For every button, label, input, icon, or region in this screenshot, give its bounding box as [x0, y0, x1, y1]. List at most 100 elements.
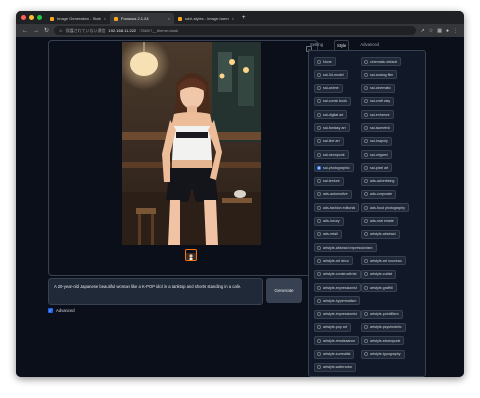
- style-option[interactable]: sai-cinematic: [361, 83, 395, 93]
- style-option[interactable]: artstyle-psychedelic: [361, 322, 406, 332]
- style-option[interactable]: ads-advertising: [361, 176, 399, 186]
- style-checkbox[interactable]: [364, 272, 368, 277]
- forward-icon[interactable]: →: [33, 28, 39, 34]
- style-checkbox[interactable]: [364, 232, 368, 237]
- url-field[interactable]: ⚠ 保護されていない通信 192.168.11.222 :7860/?__the…: [54, 26, 416, 35]
- style-checkbox[interactable]: [364, 219, 368, 224]
- style-option[interactable]: sai-craft clay: [361, 96, 395, 106]
- style-checkbox[interactable]: [317, 338, 321, 343]
- bookmark-star-icon[interactable]: ☆: [429, 28, 433, 34]
- generated-image[interactable]: [122, 42, 261, 245]
- style-option[interactable]: artstyle-watercolor: [314, 362, 357, 372]
- style-option[interactable]: artstyle-abstract expressionism: [314, 243, 377, 253]
- tab-style[interactable]: Style: [334, 40, 350, 50]
- style-option[interactable]: artstyle-art nouveau: [361, 256, 406, 266]
- style-checkbox[interactable]: [364, 285, 368, 290]
- style-checkbox[interactable]: [317, 285, 321, 290]
- extensions-icon[interactable]: ▦: [437, 28, 442, 34]
- minimize-window-button[interactable]: [29, 15, 34, 20]
- style-option[interactable]: sai-texture: [314, 176, 344, 186]
- close-tab-icon[interactable]: ×: [232, 16, 234, 21]
- style-checkbox[interactable]: [364, 139, 368, 144]
- style-checkbox[interactable]: [317, 99, 321, 104]
- style-option[interactable]: sai-digital art: [314, 110, 348, 120]
- style-option[interactable]: sai-3d-model: [314, 70, 348, 80]
- style-option[interactable]: ads-fashion editorial: [314, 203, 360, 213]
- profile-icon[interactable]: ●: [446, 28, 449, 34]
- back-icon[interactable]: ←: [22, 28, 28, 34]
- style-checkbox[interactable]: [364, 258, 368, 263]
- prompt-input[interactable]: A 20-year-old Japanese beautiful woman l…: [48, 278, 263, 305]
- style-option[interactable]: sai-pixel art: [361, 163, 393, 173]
- style-option[interactable]: sai-analog film: [361, 70, 398, 80]
- style-checkbox[interactable]: [364, 312, 368, 317]
- style-checkbox[interactable]: [317, 272, 321, 277]
- close-tab-icon[interactable]: ×: [104, 16, 106, 21]
- style-option[interactable]: artstyle-surrealist: [314, 349, 355, 359]
- style-option[interactable]: sai-line art: [314, 136, 344, 146]
- style-option[interactable]: sai-lowpoly: [361, 136, 392, 146]
- browser-tab[interactable]: Fooocus 2.1.24 ×: [110, 13, 174, 24]
- style-option[interactable]: sai-origami: [361, 150, 392, 160]
- tab-setting[interactable]: Setting: [308, 40, 325, 50]
- style-option[interactable]: sai-fantasy art: [314, 123, 350, 133]
- style-option[interactable]: artstyle-steampunk: [361, 336, 405, 346]
- new-tab-button[interactable]: +: [242, 15, 246, 21]
- style-checkbox[interactable]: [364, 192, 368, 197]
- style-checkbox[interactable]: [317, 86, 321, 91]
- style-option[interactable]: artstyle-graffiti: [361, 283, 397, 293]
- style-option[interactable]: sai-isometric: [361, 123, 395, 133]
- style-checkbox[interactable]: [317, 72, 321, 77]
- style-checkbox[interactable]: [317, 312, 321, 317]
- style-checkbox[interactable]: [317, 298, 321, 303]
- style-option[interactable]: artstyle-art deco: [314, 256, 353, 266]
- style-option[interactable]: sai-photographic: [314, 163, 354, 173]
- style-checkbox[interactable]: [317, 205, 321, 210]
- style-option[interactable]: artstyle-impressionist: [314, 309, 361, 319]
- style-option[interactable]: ads-luxury: [314, 216, 344, 226]
- style-option[interactable]: artstyle-renaissance: [314, 336, 360, 346]
- zoom-window-button[interactable]: [37, 15, 42, 20]
- style-checkbox[interactable]: [317, 152, 321, 157]
- style-option[interactable]: artstyle-pop art: [314, 322, 351, 332]
- style-checkbox[interactable]: [317, 325, 321, 330]
- style-checkbox[interactable]: [364, 59, 368, 64]
- style-option[interactable]: ads-food photography: [361, 203, 409, 213]
- style-option[interactable]: sai-enhance: [361, 110, 394, 120]
- style-checkbox[interactable]: [317, 139, 321, 144]
- style-option[interactable]: artstyle-abstract: [361, 229, 400, 239]
- browser-tab[interactable]: sdxl-styles - image-harmonizer×: [174, 13, 238, 24]
- style-checkbox[interactable]: [364, 179, 368, 184]
- advanced-toggle[interactable]: ✓ Advanced: [48, 308, 75, 313]
- style-option[interactable]: ads-real estate: [361, 216, 398, 226]
- style-option[interactable]: sai-comic book: [314, 96, 351, 106]
- style-checkbox[interactable]: [364, 205, 368, 210]
- style-option[interactable]: artstyle-expressionist: [314, 283, 361, 293]
- style-option[interactable]: artstyle-hyperrealism: [314, 296, 361, 306]
- reload-icon[interactable]: ↻: [44, 27, 49, 34]
- style-checkbox[interactable]: [364, 125, 368, 130]
- image-thumbnail[interactable]: [185, 249, 197, 261]
- style-option[interactable]: artstyle-cubist: [361, 269, 397, 279]
- style-checkbox[interactable]: [317, 179, 321, 184]
- style-option[interactable]: ads-corporate: [361, 189, 397, 199]
- style-checkbox[interactable]: [364, 112, 368, 117]
- style-checkbox[interactable]: [317, 245, 321, 250]
- close-tab-icon[interactable]: ×: [168, 16, 170, 21]
- style-checkbox[interactable]: [364, 325, 368, 330]
- style-checkbox[interactable]: [364, 165, 368, 170]
- generate-button[interactable]: Generate: [266, 278, 302, 303]
- style-checkbox[interactable]: [317, 125, 321, 130]
- style-checkbox[interactable]: [317, 219, 321, 224]
- style-option[interactable]: cinematic-default: [361, 57, 402, 66]
- style-checkbox[interactable]: [317, 232, 321, 237]
- style-checkbox[interactable]: [317, 112, 321, 117]
- style-checkbox[interactable]: [317, 258, 321, 263]
- style-checkbox[interactable]: [364, 72, 368, 77]
- style-checkbox[interactable]: [364, 352, 368, 357]
- browser-tab[interactable]: Image Generation - Stable Diffusi×: [46, 13, 110, 24]
- style-checkbox[interactable]: [317, 352, 321, 357]
- style-checkbox[interactable]: [364, 86, 368, 91]
- share-icon[interactable]: ↗: [421, 28, 425, 34]
- style-checkbox[interactable]: [364, 338, 368, 343]
